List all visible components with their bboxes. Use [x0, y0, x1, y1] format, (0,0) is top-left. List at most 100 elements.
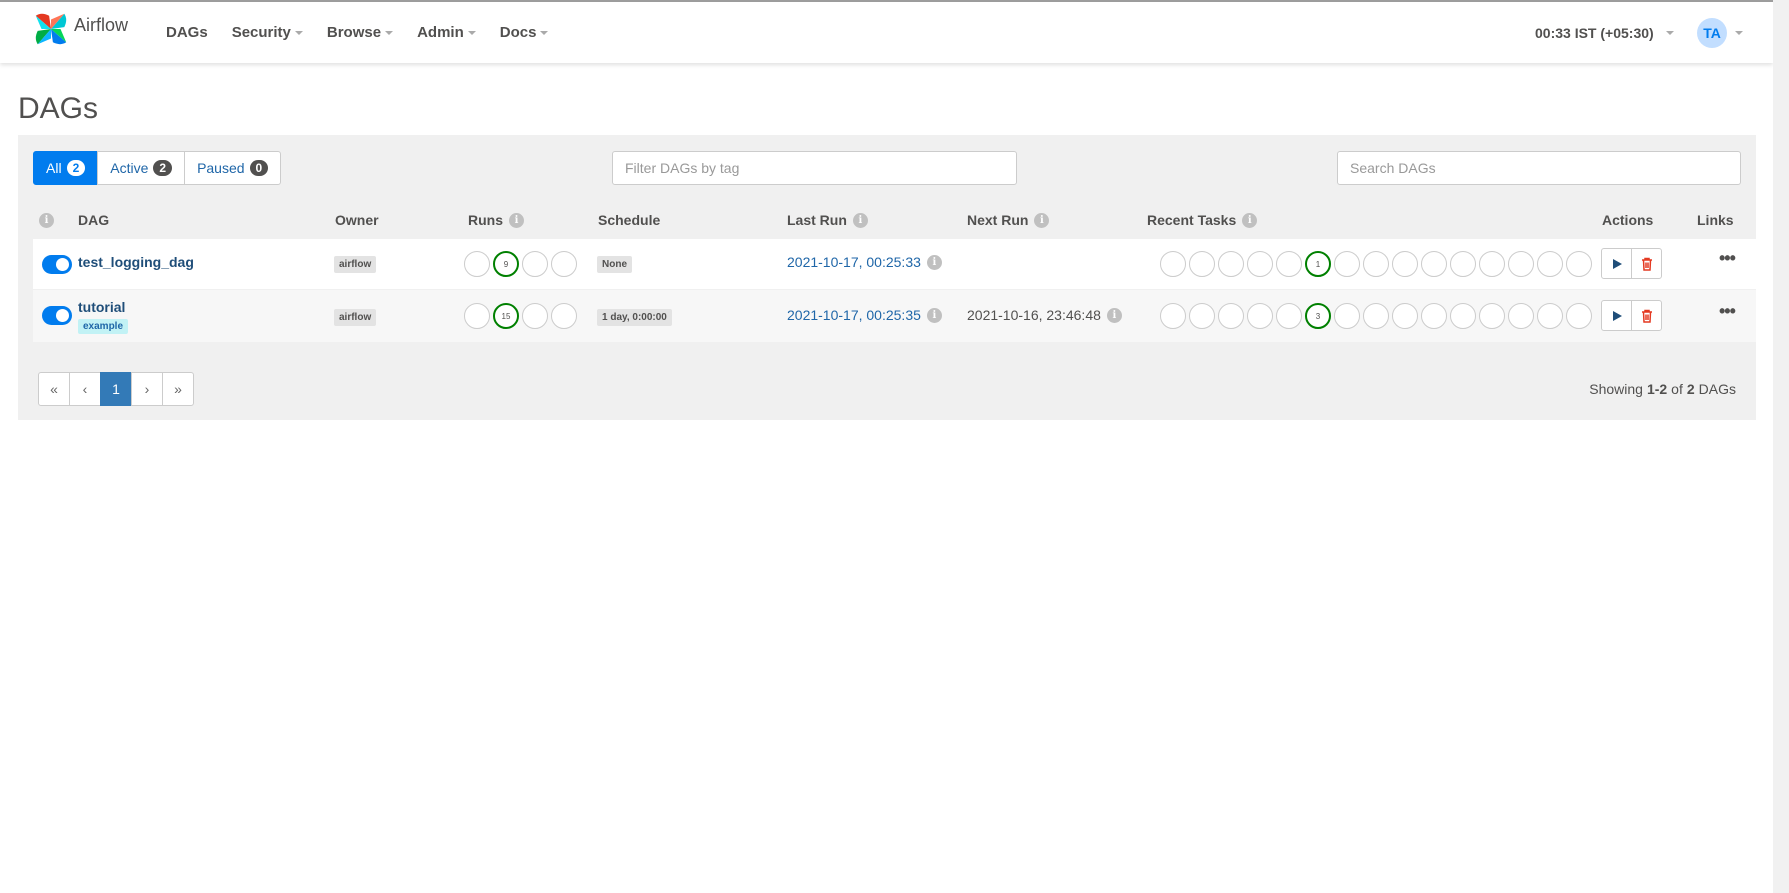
header-links: Links	[1697, 210, 1734, 230]
task-state-circle[interactable]	[1421, 303, 1447, 329]
info-icon[interactable]: i	[852, 212, 868, 228]
run-state-circle[interactable]	[464, 303, 490, 329]
task-state-circle[interactable]	[1421, 251, 1447, 277]
run-state-circle[interactable]	[551, 251, 577, 277]
page-first-button[interactable]: «	[38, 372, 70, 406]
nav-docs[interactable]: Docs	[500, 24, 549, 41]
schedule-badge[interactable]: None	[597, 256, 632, 273]
task-state-circle-success[interactable]: 1	[1305, 251, 1331, 277]
task-state-circle[interactable]	[1508, 303, 1534, 329]
last-run-link[interactable]: 2021-10-17, 00:25:35 i	[787, 307, 942, 323]
nav-security[interactable]: Security	[232, 24, 303, 41]
info-icon[interactable]: i	[926, 307, 942, 323]
page-current-button[interactable]: 1	[100, 372, 132, 406]
pause-toggle[interactable]	[42, 306, 72, 325]
schedule-badge[interactable]: 1 day, 0:00:00	[597, 309, 672, 326]
filter-paused-count: 0	[249, 160, 269, 176]
header-schedule[interactable]: Schedule	[598, 210, 660, 230]
task-state-circle[interactable]	[1334, 251, 1360, 277]
dag-tag[interactable]: example	[78, 319, 129, 334]
task-state-circle[interactable]	[1479, 303, 1505, 329]
header-owner[interactable]: Owner	[335, 210, 379, 230]
trigger-dag-button[interactable]	[1601, 248, 1632, 279]
nav-browse[interactable]: Browse	[327, 24, 394, 41]
info-icon[interactable]: i	[926, 254, 942, 270]
task-state-circle[interactable]	[1537, 251, 1563, 277]
info-icon[interactable]: i	[39, 212, 54, 228]
page-next-button[interactable]: ›	[131, 372, 163, 406]
task-state-circle[interactable]	[1189, 251, 1215, 277]
task-state-circle[interactable]	[1334, 303, 1360, 329]
dag-id-link[interactable]: test_logging_dag	[78, 254, 194, 270]
page-prev-button[interactable]: ‹	[69, 372, 101, 406]
header-actions: Actions	[1602, 210, 1653, 230]
dag-id-link[interactable]: tutorial	[78, 299, 125, 315]
filter-paused-label: Paused	[197, 160, 245, 176]
owner-badge[interactable]: airflow	[334, 256, 377, 273]
delete-dag-button[interactable]	[1631, 300, 1662, 331]
last-run-text: 2021-10-17, 00:25:35	[787, 307, 921, 323]
task-state-circle[interactable]	[1160, 251, 1186, 277]
showing-prefix: Showing	[1589, 381, 1643, 397]
task-state-circle[interactable]	[1276, 303, 1302, 329]
ellipsis-icon[interactable]: •••	[1719, 248, 1736, 269]
page-last-button[interactable]: »	[162, 372, 194, 406]
owner-badge[interactable]: airflow	[334, 309, 377, 326]
ellipsis-icon[interactable]: •••	[1719, 301, 1736, 322]
task-state-circle[interactable]	[1218, 303, 1244, 329]
task-state-circle[interactable]	[1189, 303, 1215, 329]
caret-down-icon	[1735, 31, 1743, 35]
timezone-clock[interactable]: 00:33 IST (+05:30)	[1535, 2, 1674, 63]
run-state-circle[interactable]	[464, 251, 490, 277]
showing-suffix: DAGs	[1698, 381, 1736, 397]
filter-paused-button[interactable]: Paused 0	[184, 151, 282, 185]
info-icon[interactable]: i	[1242, 212, 1258, 228]
task-state-circle[interactable]	[1566, 251, 1592, 277]
pause-toggle[interactable]	[42, 255, 72, 274]
run-state-circle-success[interactable]: 9	[493, 251, 519, 277]
nav-dags[interactable]: DAGs	[166, 24, 208, 41]
run-state-circle[interactable]	[522, 251, 548, 277]
info-icon[interactable]: i	[509, 212, 524, 228]
task-state-circle[interactable]	[1392, 251, 1418, 277]
task-state-circle[interactable]	[1450, 303, 1476, 329]
task-state-circle[interactable]	[1247, 303, 1273, 329]
main-nav: DAGs Security Browse Admin Docs	[154, 2, 560, 63]
task-state-circle[interactable]	[1537, 303, 1563, 329]
trigger-dag-button[interactable]	[1601, 300, 1632, 331]
task-state-circle[interactable]	[1392, 303, 1418, 329]
task-state-circle[interactable]	[1276, 251, 1302, 277]
task-state-circle[interactable]	[1363, 303, 1389, 329]
header-last-run: Last Run i	[787, 210, 868, 230]
delete-dag-button[interactable]	[1631, 248, 1662, 279]
header-next-run-label: Next Run	[967, 212, 1029, 228]
scrollbar[interactable]	[1773, 0, 1789, 893]
task-state-circle[interactable]	[1247, 251, 1273, 277]
search-input[interactable]: Search DAGs	[1337, 151, 1741, 185]
info-icon[interactable]: i	[1106, 307, 1122, 323]
header-last-run-label: Last Run	[787, 212, 847, 228]
showing-of: of	[1671, 381, 1683, 397]
nav-admin[interactable]: Admin	[417, 24, 476, 41]
task-state-circle[interactable]	[1479, 251, 1505, 277]
task-state-circle[interactable]	[1363, 251, 1389, 277]
filter-active-button[interactable]: Active 2	[97, 151, 186, 185]
tag-filter-input[interactable]: Filter DAGs by tag	[612, 151, 1017, 185]
last-run-link[interactable]: 2021-10-17, 00:25:33 i	[787, 254, 942, 270]
brand[interactable]: Airflow	[32, 10, 128, 48]
task-state-circle[interactable]	[1508, 251, 1534, 277]
run-state-circle[interactable]	[551, 303, 577, 329]
task-state-circle[interactable]	[1566, 303, 1592, 329]
filter-all-button[interactable]: All 2	[33, 151, 99, 185]
filter-active-count: 2	[153, 160, 173, 176]
run-state-circle[interactable]	[522, 303, 548, 329]
task-state-circle[interactable]	[1160, 303, 1186, 329]
info-icon[interactable]: i	[1034, 212, 1050, 228]
run-state-circle-success[interactable]: 15	[493, 303, 519, 329]
task-state-circle[interactable]	[1218, 251, 1244, 277]
header-recent-tasks-label: Recent Tasks	[1147, 212, 1237, 228]
task-state-circle[interactable]	[1450, 251, 1476, 277]
header-dag[interactable]: DAG	[78, 210, 109, 230]
task-state-circle-success[interactable]: 3	[1305, 303, 1331, 329]
user-menu[interactable]: TA	[1697, 18, 1743, 48]
